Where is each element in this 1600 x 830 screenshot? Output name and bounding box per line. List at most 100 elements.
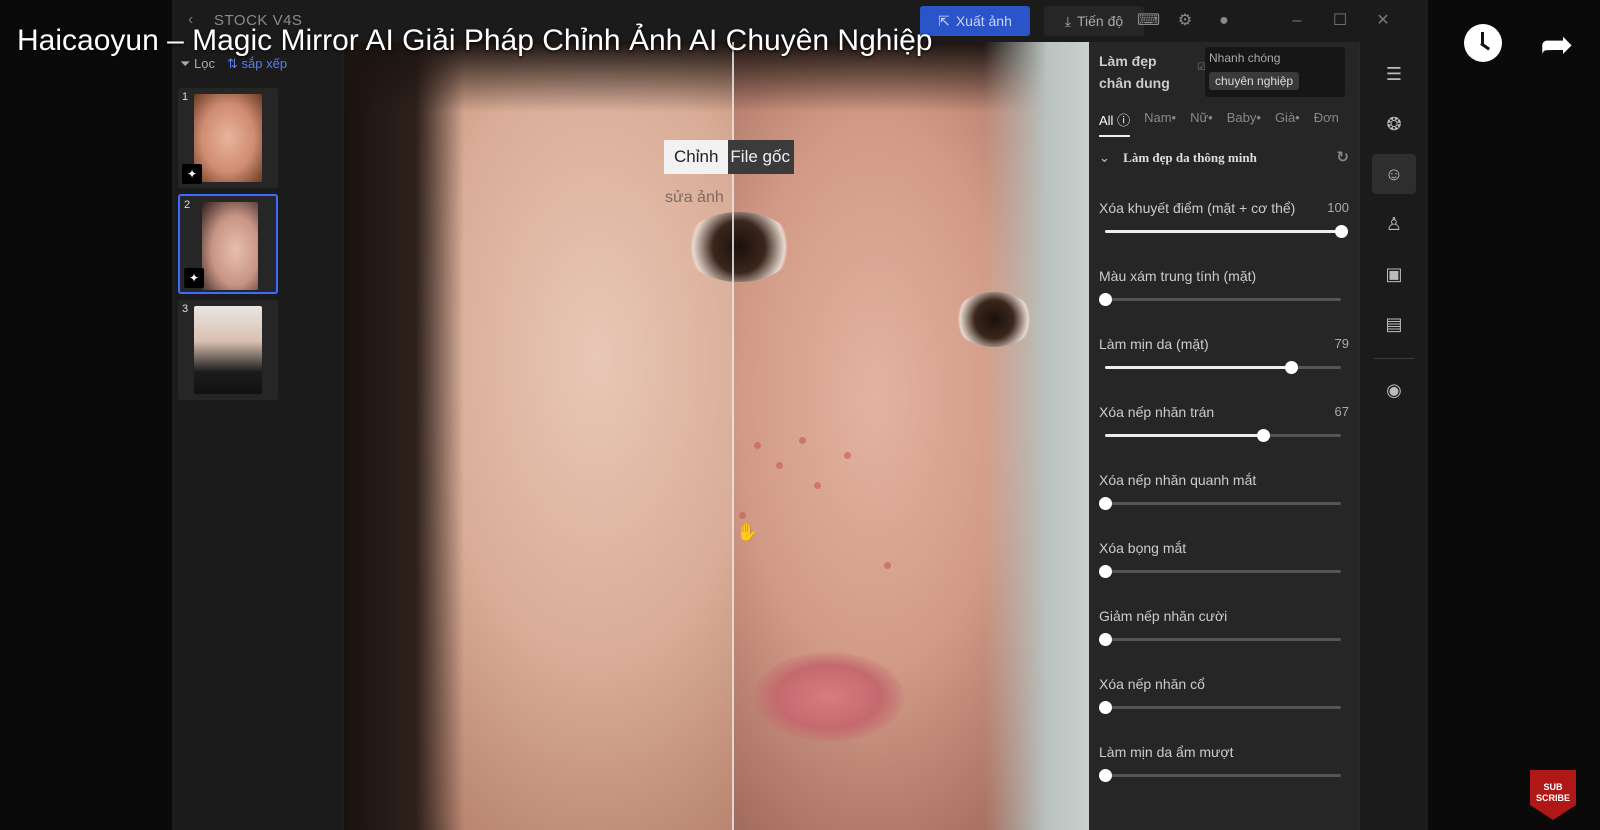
slider-handle[interactable]	[1099, 633, 1112, 646]
thumbnail-1[interactable]: 1 ✦	[178, 88, 278, 188]
close-icon[interactable]: ✕	[1369, 9, 1397, 33]
slider-row: Xóa khuyết điểm (mặt + cơ thể) 100	[1099, 200, 1349, 260]
slider-label: Màu xám trung tính (mặt)	[1099, 268, 1257, 284]
tab-all-label: All	[1099, 113, 1114, 128]
section-header[interactable]: ⌄ Làm đẹp da thông minh ↻	[1099, 148, 1349, 166]
body-shirt-icon[interactable]: ♙	[1372, 204, 1416, 244]
adjust-sliders-icon[interactable]: ☰	[1372, 54, 1416, 94]
slider-handle[interactable]	[1099, 701, 1112, 714]
minimize-icon[interactable]: –	[1283, 9, 1311, 33]
slider-handle[interactable]	[1099, 565, 1112, 578]
app-window: ‹ STOCK V4S ⇱ Xuất ảnh ⤓ Tiến độ ⌨ ⚙ ● –…	[172, 0, 1428, 830]
reset-icon[interactable]: ↻	[1336, 148, 1349, 166]
slider-label: Làm mịn da ẩm mượt	[1099, 744, 1234, 760]
hair-region	[344, 42, 464, 830]
blemish	[754, 442, 761, 449]
progress-button[interactable]: ⤓ Tiến độ	[1044, 6, 1144, 36]
keyboard-icon[interactable]: ⌨	[1137, 12, 1160, 30]
slider-track[interactable]	[1099, 701, 1341, 714]
tab-female[interactable]: Nữ•	[1190, 110, 1213, 137]
compare-edited-sublabel: sửa ảnh	[665, 189, 724, 206]
sort-label: sắp xếp	[241, 56, 288, 71]
mode-pro-option[interactable]: chuyên nghiệp	[1209, 72, 1300, 90]
color-circles-icon[interactable]: ❂	[1372, 104, 1416, 144]
maximize-icon[interactable]: ☐	[1326, 9, 1354, 33]
share-icon[interactable]: ➦	[1540, 22, 1574, 68]
export-label: Xuất ảnh	[955, 13, 1012, 29]
id-card-icon[interactable]: ▤	[1372, 304, 1416, 344]
thumbnail-3[interactable]: 3	[178, 300, 278, 400]
slider-row: Màu xám trung tính (mặt)	[1099, 268, 1349, 328]
blemish	[884, 562, 891, 569]
slider-fill	[1105, 434, 1264, 437]
image-icon[interactable]: ▣	[1372, 254, 1416, 294]
thumbnail-image	[202, 202, 258, 290]
magic-wand-icon: ✦	[184, 268, 204, 288]
slider-handle[interactable]	[1099, 293, 1112, 306]
slider-track[interactable]	[1105, 429, 1341, 442]
thumbnail-number: 2	[184, 199, 191, 211]
slider-row: Xóa nếp nhăn cổ	[1099, 676, 1349, 736]
slider-track[interactable]	[1099, 633, 1341, 646]
sort-button[interactable]: ⇅ sắp xếp	[227, 56, 287, 72]
clock-icon[interactable]	[1464, 24, 1502, 62]
thumbnail-number: 3	[182, 303, 189, 315]
blemish	[776, 462, 783, 469]
slider-handle[interactable]	[1285, 361, 1299, 374]
slider-handle[interactable]	[1257, 429, 1271, 442]
face-beauty-icon[interactable]: ☺	[1372, 154, 1416, 194]
mode-fast-option[interactable]: Nhanh chóng	[1209, 51, 1280, 65]
category-tabs: All ⓘ Nam• Nữ• Baby• Già• Đơn	[1099, 110, 1339, 137]
magic-wand-icon: ✦	[182, 164, 202, 184]
slider-row: Giảm nếp nhăn cười	[1099, 608, 1349, 668]
blemish	[814, 482, 821, 489]
letterbox-left	[0, 0, 172, 830]
slider-track[interactable]	[1105, 225, 1348, 238]
slider-label: Xóa nếp nhăn trán	[1099, 404, 1215, 420]
slider-row: Xóa nếp nhăn trán 67	[1099, 404, 1349, 464]
thumbnail-number: 1	[182, 91, 189, 103]
sort-icon: ⇅	[227, 56, 238, 71]
background-region	[984, 42, 1089, 830]
slider-track[interactable]	[1099, 565, 1341, 578]
export-button[interactable]: ⇱ Xuất ảnh	[920, 6, 1030, 36]
thumbnail-2[interactable]: 2 ✦	[178, 194, 278, 294]
compare-edited-label[interactable]: Chỉnh	[664, 140, 729, 174]
slider-row: Xóa nếp nhăn quanh mắt	[1099, 472, 1349, 532]
slider-value: 79	[1334, 336, 1349, 351]
panel-heading-line2: chân dung	[1099, 75, 1170, 91]
slider-handle[interactable]	[1099, 497, 1112, 510]
tab-elder[interactable]: Già•	[1275, 110, 1300, 137]
camera-icon[interactable]: ◉	[1372, 370, 1416, 410]
slider-track[interactable]	[1105, 361, 1341, 374]
slider-label: Làm mịn da (mặt)	[1099, 336, 1209, 352]
slider-track[interactable]	[1099, 769, 1341, 782]
panel-heading: Làm đẹp chân dung	[1099, 50, 1170, 94]
compare-original-label[interactable]: File gốc	[728, 140, 794, 174]
slider-label: Xóa nếp nhăn cổ	[1099, 676, 1205, 692]
tab-male[interactable]: Nam•	[1144, 110, 1176, 137]
slider-track[interactable]	[1099, 293, 1341, 306]
blemish	[799, 437, 806, 444]
filmstrip: ⏷ Lọc ⇅ sắp xếp 1 ✦ 2 ✦ 3	[172, 42, 342, 830]
user-icon[interactable]: ●	[1215, 12, 1233, 30]
progress-label: Tiến độ	[1077, 13, 1124, 29]
tab-baby[interactable]: Baby•	[1227, 110, 1261, 137]
filter-button[interactable]: ⏷ Lọc	[180, 56, 215, 72]
thumbnail-image	[194, 94, 262, 182]
tab-single[interactable]: Đơn	[1314, 110, 1339, 137]
compare-toggle: Chỉnh File gốc	[664, 140, 794, 174]
slider-value: 100	[1327, 200, 1349, 215]
slider-track[interactable]	[1099, 497, 1341, 510]
blemish	[844, 452, 851, 459]
photo-canvas[interactable]: Chỉnh File gốc sửa ảnh ✋	[344, 42, 1089, 830]
gear-icon[interactable]: ⚙	[1176, 12, 1194, 30]
lips	[754, 652, 904, 742]
tab-all[interactable]: All ⓘ	[1099, 110, 1131, 137]
slider-handle[interactable]	[1099, 769, 1112, 782]
blemish	[739, 512, 746, 519]
slider-handle[interactable]	[1335, 225, 1348, 238]
slider-row: Xóa bọng mắt	[1099, 540, 1349, 600]
adjustment-panel: Làm đẹp chân dung ☑ Nhanh chóng chuyên n…	[1089, 42, 1359, 830]
chevron-down-icon: ⌄	[1099, 151, 1110, 166]
